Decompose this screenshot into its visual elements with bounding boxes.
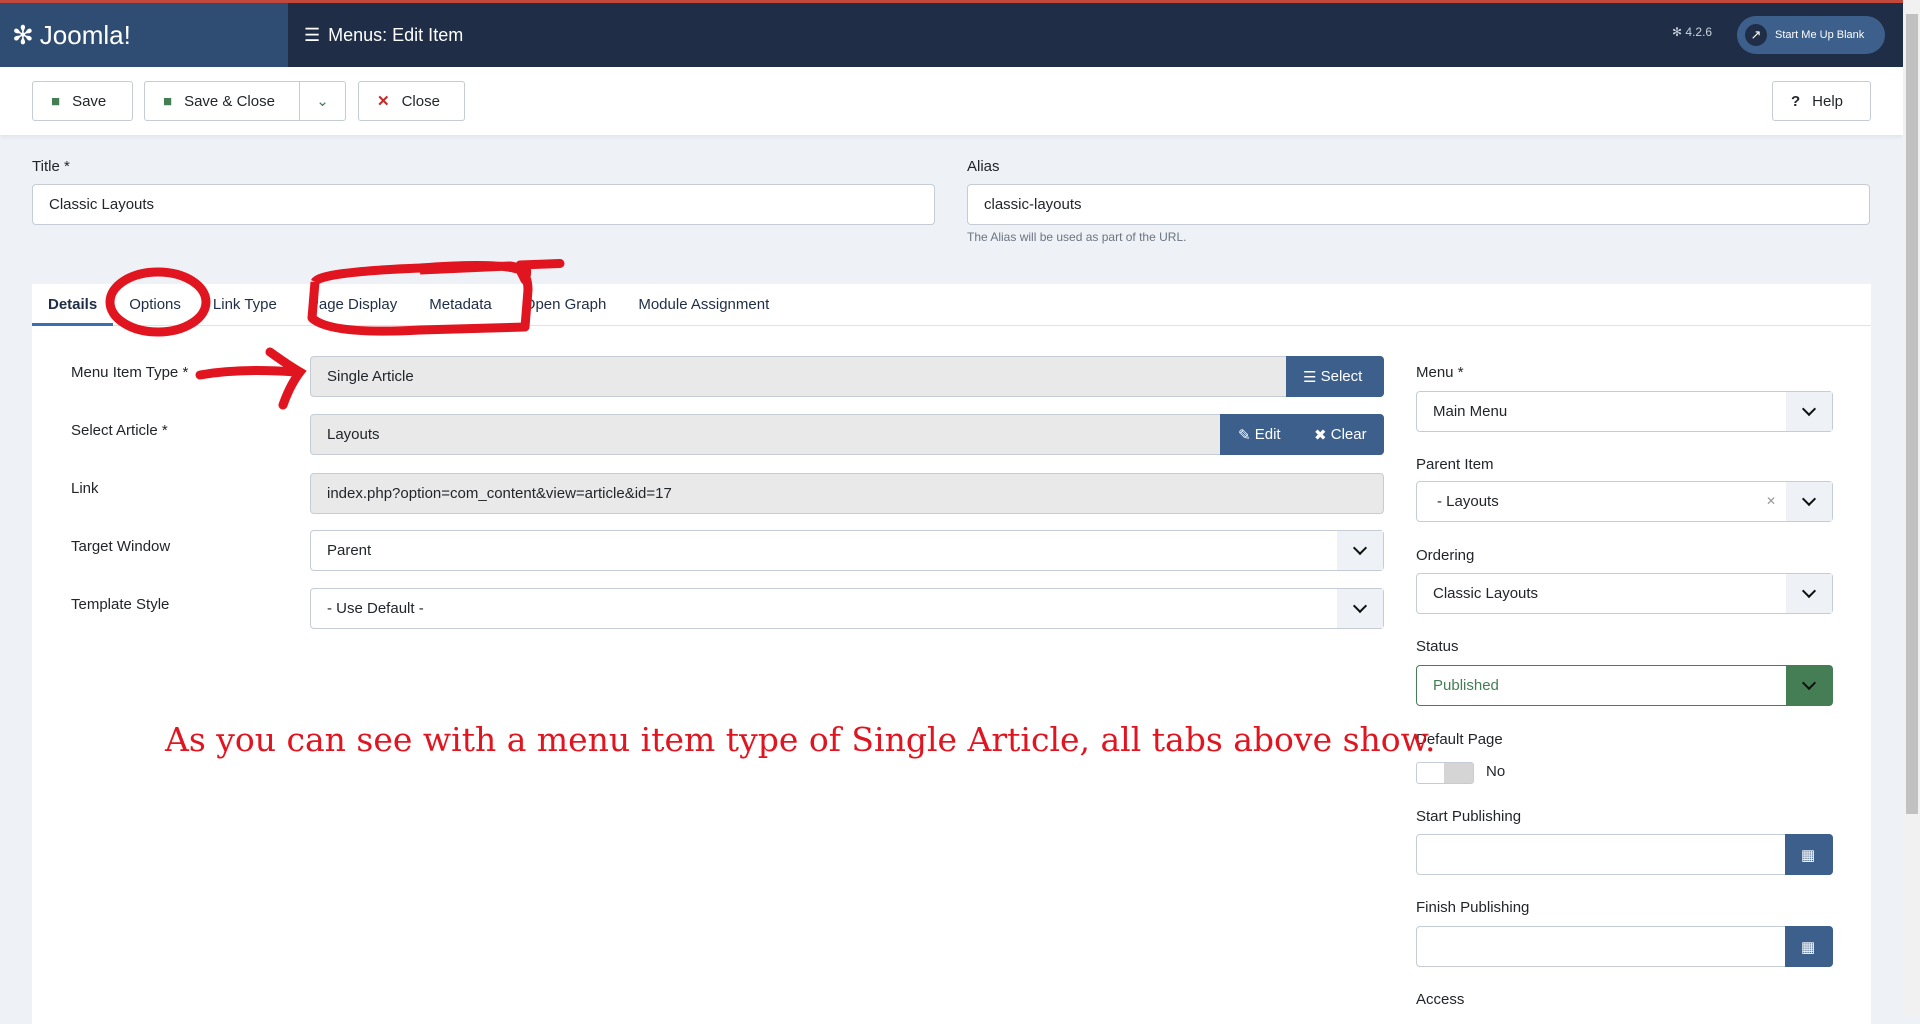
close-icon: ✕ — [377, 93, 390, 110]
parent-item-label: Parent Item — [1416, 456, 1494, 473]
site-link-button[interactable]: ↗ Start Me Up Blank — [1737, 16, 1885, 54]
tab-details[interactable]: Details — [32, 284, 114, 326]
alias-input[interactable]: classic-layouts — [967, 184, 1870, 225]
annotation-text: As you can see with a menu item type of … — [165, 720, 1436, 759]
select-article-label: Select Article * — [71, 422, 168, 439]
scrollbar[interactable] — [1903, 0, 1920, 1016]
question-icon: ? — [1791, 92, 1801, 110]
tab-page-display[interactable]: Page Display — [293, 284, 413, 326]
link-label: Link — [71, 480, 99, 497]
chevron-down-icon — [1786, 666, 1832, 705]
tab-options[interactable]: Options — [113, 284, 197, 326]
status-select[interactable]: Published — [1416, 665, 1833, 706]
version: ✻ 4.2.6 — [1672, 25, 1713, 39]
target-window-select[interactable]: Parent — [310, 530, 1384, 571]
start-publishing-label: Start Publishing — [1416, 808, 1522, 825]
tab-open-graph[interactable]: Open Graph — [508, 284, 623, 326]
ordering-label: Ordering — [1416, 547, 1475, 564]
chevron-down-icon — [1786, 482, 1832, 521]
chevron-down-icon — [1786, 574, 1832, 613]
header: ✻ Joomla! ☰ Menus: Edit Item ✻ 4.2.6 ↗ Star… — [0, 0, 1903, 67]
menu-select[interactable]: Main Menu — [1416, 391, 1833, 432]
clear-article-button[interactable]: ✖ Clear — [1302, 414, 1384, 455]
alias-help: The Alias will be used as part of the UR… — [967, 230, 1187, 244]
target-window-label: Target Window — [71, 538, 171, 555]
status-label: Status — [1416, 638, 1459, 655]
clear-icon[interactable]: ✕ — [1766, 494, 1776, 508]
chevron-down-icon — [1786, 392, 1832, 431]
title-input[interactable]: Classic Layouts — [32, 184, 935, 225]
save-close-button[interactable]: ■ Save & Close ⌄ — [144, 81, 346, 121]
save-button[interactable]: ■ Save — [32, 81, 133, 121]
joomla-icon: ✻ — [12, 19, 34, 50]
link-field: index.php?option=com_content&view=articl… — [310, 473, 1384, 514]
page-title: ☰ Menus: Edit Item — [304, 24, 464, 45]
default-page-toggle[interactable] — [1416, 762, 1474, 784]
help-button[interactable]: ? Help — [1772, 81, 1871, 121]
calendar-icon[interactable]: ▦ — [1785, 926, 1833, 967]
template-style-label: Template Style — [71, 596, 170, 613]
chevron-down-icon — [1337, 589, 1383, 628]
default-page-value: No — [1486, 763, 1506, 780]
calendar-icon[interactable]: ▦ — [1785, 834, 1833, 875]
external-link-icon: ↗ — [1745, 24, 1767, 46]
alias-label: Alias — [967, 158, 1000, 175]
toolbar: ■ Save ■ Save & Close ⌄ ✕ Close ? Help — [0, 67, 1903, 135]
ordering-select[interactable]: Classic Layouts — [1416, 573, 1833, 614]
start-publishing-input[interactable] — [1416, 834, 1833, 875]
tab-metadata[interactable]: Metadata — [413, 284, 508, 326]
chevron-down-icon[interactable]: ⌄ — [299, 82, 345, 120]
finish-publishing-input[interactable] — [1416, 926, 1833, 967]
access-label: Access — [1416, 991, 1465, 1008]
edit-icon: ✎ — [1238, 426, 1251, 444]
menu-item-type-label: Menu Item Type * — [71, 364, 189, 381]
chevron-down-icon — [1337, 531, 1383, 570]
tab-link-type[interactable]: Link Type — [197, 284, 293, 326]
joomla-logo[interactable]: ✻ Joomla! — [0, 3, 288, 67]
menu-label: Menu * — [1416, 364, 1464, 381]
menu-item-type-field: Single Article — [310, 356, 1384, 397]
close-button[interactable]: ✕ Close — [358, 81, 465, 121]
finish-publishing-label: Finish Publishing — [1416, 899, 1530, 916]
clear-icon: ✖ — [1314, 426, 1327, 444]
list-icon: ☰ — [304, 24, 321, 45]
save-icon: ■ — [163, 92, 173, 110]
edit-article-button[interactable]: ✎ Edit — [1220, 414, 1302, 455]
scrollbar-thumb[interactable] — [1906, 14, 1918, 814]
parent-item-select[interactable]: - Layouts ✕ — [1416, 481, 1833, 522]
tab-module-assignment[interactable]: Module Assignment — [622, 284, 785, 326]
select-type-button[interactable]: ☰ Select — [1286, 356, 1384, 397]
template-style-select[interactable]: - Use Default - — [310, 588, 1384, 629]
save-icon: ■ — [51, 92, 61, 110]
title-label: Title * — [32, 158, 70, 175]
tabs: Details Options Link Type Page Display M… — [32, 284, 1871, 326]
